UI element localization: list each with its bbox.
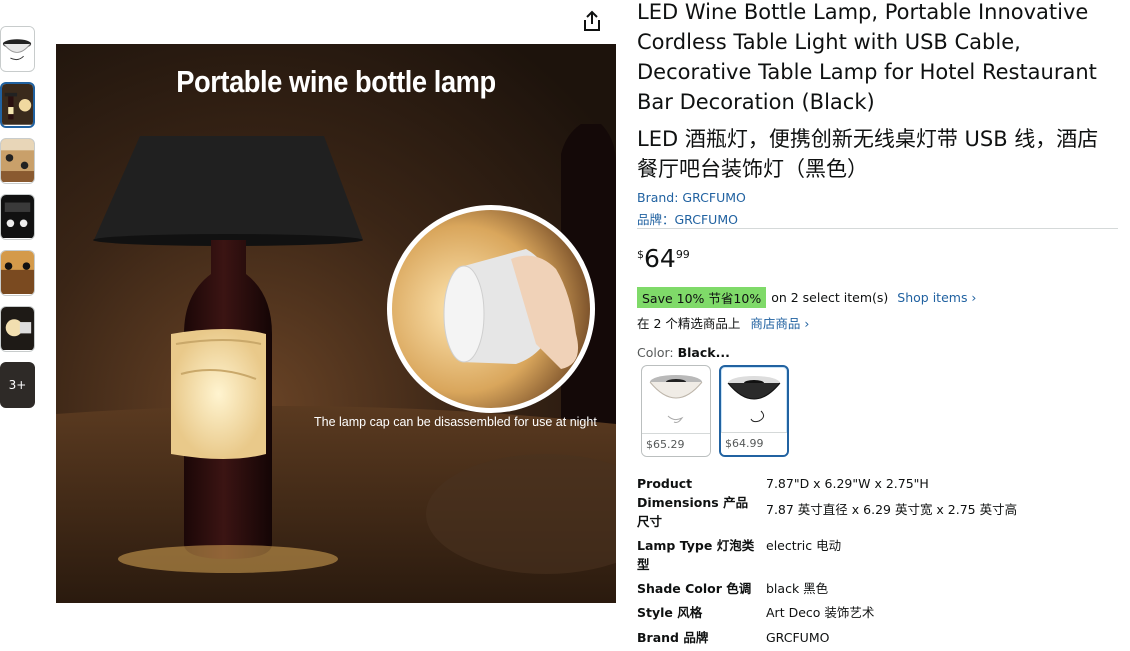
color-option-price: $65.29 bbox=[642, 433, 710, 456]
thumbnail-1[interactable] bbox=[0, 26, 35, 72]
color-option-white[interactable]: $65.29 bbox=[641, 365, 711, 457]
spec-style-key: Style 风格 bbox=[637, 605, 703, 620]
promo-text-cn: 在 2 个精选商品上 bbox=[637, 316, 741, 331]
black-lamp-swatch-image bbox=[727, 376, 781, 423]
spec-dimensions-value-cn: 7.87 英寸直径 x 6.29 英寸宽 x 2.75 英寸高 bbox=[766, 502, 1018, 517]
spec-lamp-type-key: Lamp Type 灯泡类型 bbox=[637, 538, 755, 572]
shop-items-link-cn[interactable]: 商店商品 › bbox=[750, 316, 809, 331]
color-label: Color: Black... bbox=[637, 345, 730, 360]
main-product-image[interactable]: Portable wine bottle lamp The lamp cap c… bbox=[56, 44, 616, 603]
more-thumbnails-button[interactable]: 3+ bbox=[0, 362, 35, 408]
night-scene-thumb-image bbox=[1, 195, 34, 239]
thumbnail-3[interactable] bbox=[0, 138, 35, 184]
save-badge: Save 10% 节省10% bbox=[637, 287, 767, 308]
share-icon bbox=[584, 10, 600, 31]
price: $6499 bbox=[637, 244, 690, 273]
spec-shade-color-key: Shade Color 色调 bbox=[637, 581, 752, 596]
spec-shade-color-value: black 黑色 bbox=[766, 581, 829, 596]
product-title: LED Wine Bottle Lamp, Portable Innovativ… bbox=[637, 0, 1097, 114]
thumbnail-6[interactable] bbox=[0, 306, 35, 352]
white-lamp-swatch-image bbox=[649, 375, 703, 423]
spec-dimensions-key: Product Dimensions 产品尺寸 bbox=[637, 476, 749, 529]
brand-link[interactable]: Brand: GRCFUMO bbox=[637, 190, 746, 205]
price-fraction: 99 bbox=[675, 248, 690, 261]
promo-text: on 2 select item(s) bbox=[771, 290, 889, 305]
color-label-text: Color: bbox=[637, 345, 674, 360]
brand-link-cn[interactable]: 品牌：GRCFUMO bbox=[637, 209, 738, 228]
thumbnail-5[interactable] bbox=[0, 250, 35, 296]
lamp-cap-thumb-image bbox=[1, 307, 34, 351]
bar-thumb-image bbox=[1, 251, 34, 295]
spec-lamp-type-value: electric 电动 bbox=[766, 538, 842, 553]
spec-style-value: Art Deco 装饰艺术 bbox=[766, 605, 875, 620]
restaurant-thumb-image bbox=[1, 139, 34, 183]
price-whole: 64 bbox=[644, 244, 676, 273]
share-button[interactable] bbox=[582, 10, 602, 32]
color-option-black[interactable]: $64.99 bbox=[719, 365, 789, 457]
price-symbol: $ bbox=[637, 248, 644, 261]
lamp-scene-thumb-image bbox=[2, 84, 33, 125]
spec-brand-value: GRCFUMO bbox=[766, 630, 830, 645]
product-title-cn: LED 酒瓶灯，便携创新无线桌灯带 USB 线，酒店餐厅吧台装饰灯（黑色） bbox=[637, 127, 1099, 181]
image-headline: Portable wine bottle lamp bbox=[176, 64, 496, 99]
thumbnail-2[interactable] bbox=[0, 82, 35, 128]
divider bbox=[637, 228, 1118, 229]
spec-brand-key: Brand 品牌 bbox=[637, 630, 709, 645]
shop-items-link[interactable]: Shop items › bbox=[897, 290, 976, 305]
promo-row-cn: 在 2 个精选商品上 商店商品 › bbox=[637, 313, 809, 332]
thumbnail-4[interactable] bbox=[0, 194, 35, 240]
color-option-price: $64.99 bbox=[721, 432, 787, 455]
lamp-white-thumb-image bbox=[1, 27, 34, 71]
spec-dimensions-value: 7.87"D x 6.29"W x 2.75"H bbox=[766, 476, 929, 491]
promo-row: Save 10% 节省10% on 2 select item(s) Shop … bbox=[637, 287, 976, 308]
color-value: Black... bbox=[677, 345, 730, 360]
image-caption: The lamp cap can be disassembled for use… bbox=[314, 415, 597, 429]
wine-bottle-lamp-illustration bbox=[56, 44, 616, 603]
